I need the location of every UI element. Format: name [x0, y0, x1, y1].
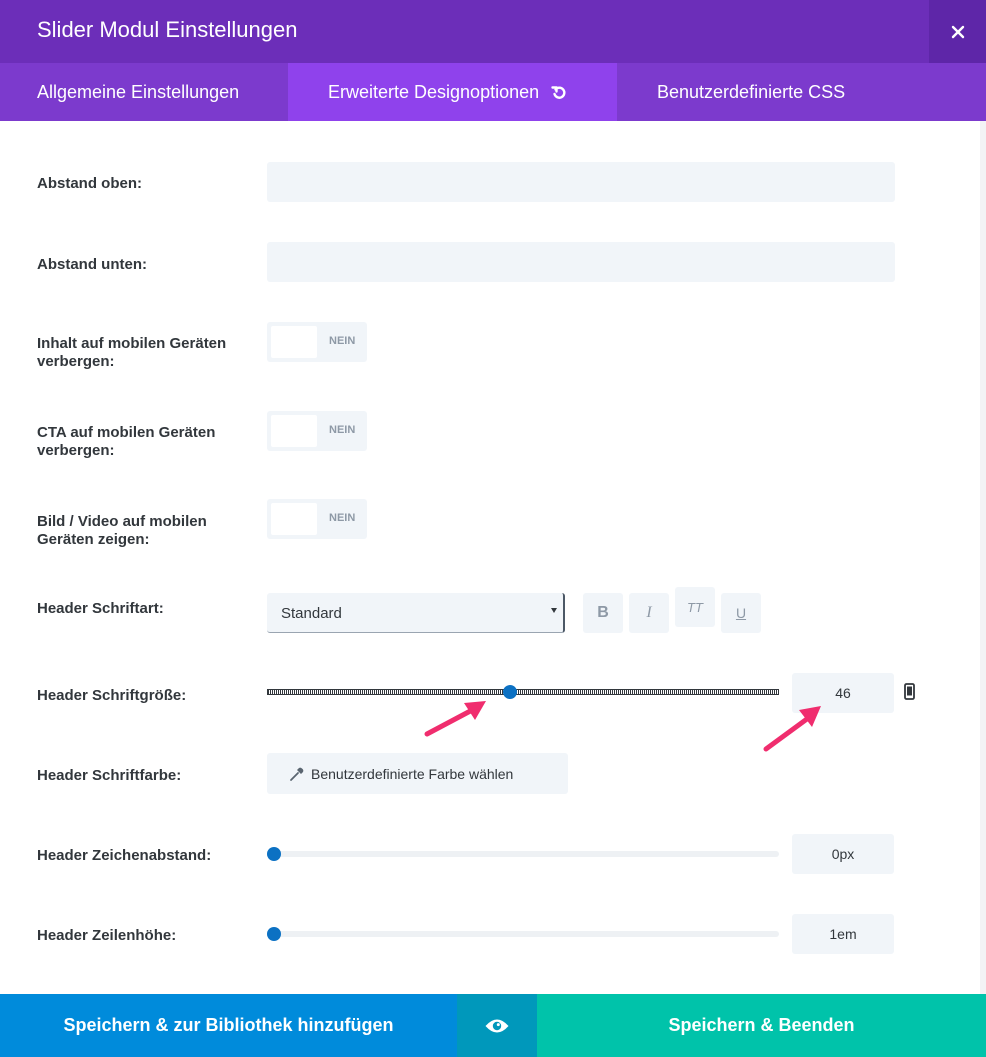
- close-icon: [951, 25, 965, 39]
- select-value: Standard: [281, 605, 342, 622]
- header-schriftgroesse-label: Header Schriftgröße:: [37, 687, 187, 704]
- abstand-oben-input[interactable]: [267, 162, 895, 202]
- toggle-state: NEIN: [329, 424, 356, 436]
- slider-thumb[interactable]: [267, 847, 281, 861]
- toggle-state: NEIN: [329, 335, 356, 347]
- modal-footer: Speichern & zur Bibliothek hinzufügen Sp…: [0, 994, 986, 1057]
- bild-video-mobil-label: Bild / Video auf mobilen Geräten zeigen:: [37, 513, 207, 548]
- inhalt-mobil-toggle[interactable]: NEIN: [267, 322, 367, 362]
- scrollbar-track[interactable]: [980, 121, 986, 994]
- header-schriftart-select[interactable]: Standard: [267, 593, 565, 633]
- toggle-state: NEIN: [329, 512, 356, 524]
- tab-erweiterte-designoptionen[interactable]: Erweiterte Designoptionen: [288, 63, 617, 121]
- save-and-exit-button[interactable]: Speichern & Beenden: [537, 994, 986, 1057]
- eyedropper-icon: [289, 766, 305, 782]
- close-button[interactable]: [929, 0, 986, 63]
- custom-color-button[interactable]: Benutzerdefinierte Farbe wählen: [267, 753, 568, 794]
- slider-thumb[interactable]: [502, 685, 517, 699]
- abstand-unten-input[interactable]: [267, 242, 895, 282]
- header-zeichenabstand-input[interactable]: 0px: [792, 834, 894, 874]
- reset-icon[interactable]: [551, 84, 567, 100]
- header-zeilenhoehe-slider[interactable]: [267, 931, 779, 937]
- tab-bar: Allgemeine Einstellungen Erweiterte Desi…: [0, 63, 986, 121]
- header-zeilenhoehe-input[interactable]: 1em: [792, 914, 894, 954]
- abstand-unten-label: Abstand unten:: [37, 256, 147, 273]
- uppercase-button[interactable]: TT: [675, 587, 715, 627]
- header-schriftgroesse-slider[interactable]: [267, 689, 779, 695]
- abstand-oben-label: Abstand oben:: [37, 175, 142, 192]
- cta-mobil-label: CTA auf mobilen Geräten verbergen:: [37, 424, 216, 459]
- cta-mobil-toggle[interactable]: NEIN: [267, 411, 367, 451]
- toggle-knob: [271, 326, 317, 358]
- tab-benutzerdefinierte-css[interactable]: Benutzerdefinierte CSS: [617, 63, 986, 121]
- underline-button[interactable]: U: [721, 593, 761, 633]
- tab-label: Benutzerdefinierte CSS: [657, 81, 846, 102]
- preview-button[interactable]: [457, 994, 537, 1057]
- toggle-knob: [271, 503, 317, 535]
- toggle-knob: [271, 415, 317, 447]
- tab-label: Allgemeine Einstellungen: [37, 81, 240, 102]
- tab-allgemeine-einstellungen[interactable]: Allgemeine Einstellungen: [0, 63, 288, 121]
- modal-titlebar: Slider Modul Einstellungen: [0, 0, 986, 63]
- slider-thumb[interactable]: [267, 927, 281, 941]
- header-zeilenhoehe-label: Header Zeilenhöhe:: [37, 927, 177, 944]
- bold-button[interactable]: B: [583, 593, 623, 633]
- header-zeichenabstand-label: Header Zeichenabstand:: [37, 847, 212, 864]
- save-to-library-button[interactable]: Speichern & zur Bibliothek hinzufügen: [0, 994, 457, 1057]
- annotation-arrow-icon: [763, 706, 821, 752]
- tab-label: Erweiterte Designoptionen: [328, 81, 540, 102]
- italic-button[interactable]: I: [629, 593, 669, 633]
- custom-color-label: Benutzerdefinierte Farbe wählen: [311, 765, 514, 782]
- header-schriftart-label: Header Schriftart:: [37, 600, 164, 617]
- annotation-arrow-icon: [424, 701, 486, 737]
- modal-title: Slider Modul Einstellungen: [37, 17, 298, 42]
- eye-icon: [484, 1017, 510, 1035]
- chevron-down-icon: [551, 608, 557, 613]
- header-schriftfarbe-label: Header Schriftfarbe:: [37, 767, 182, 784]
- mobile-device-icon[interactable]: [904, 683, 915, 700]
- inhalt-mobil-label: Inhalt auf mobilen Geräten verbergen:: [37, 335, 227, 370]
- header-zeichenabstand-slider[interactable]: [267, 851, 779, 857]
- bild-video-mobil-toggle[interactable]: NEIN: [267, 499, 367, 539]
